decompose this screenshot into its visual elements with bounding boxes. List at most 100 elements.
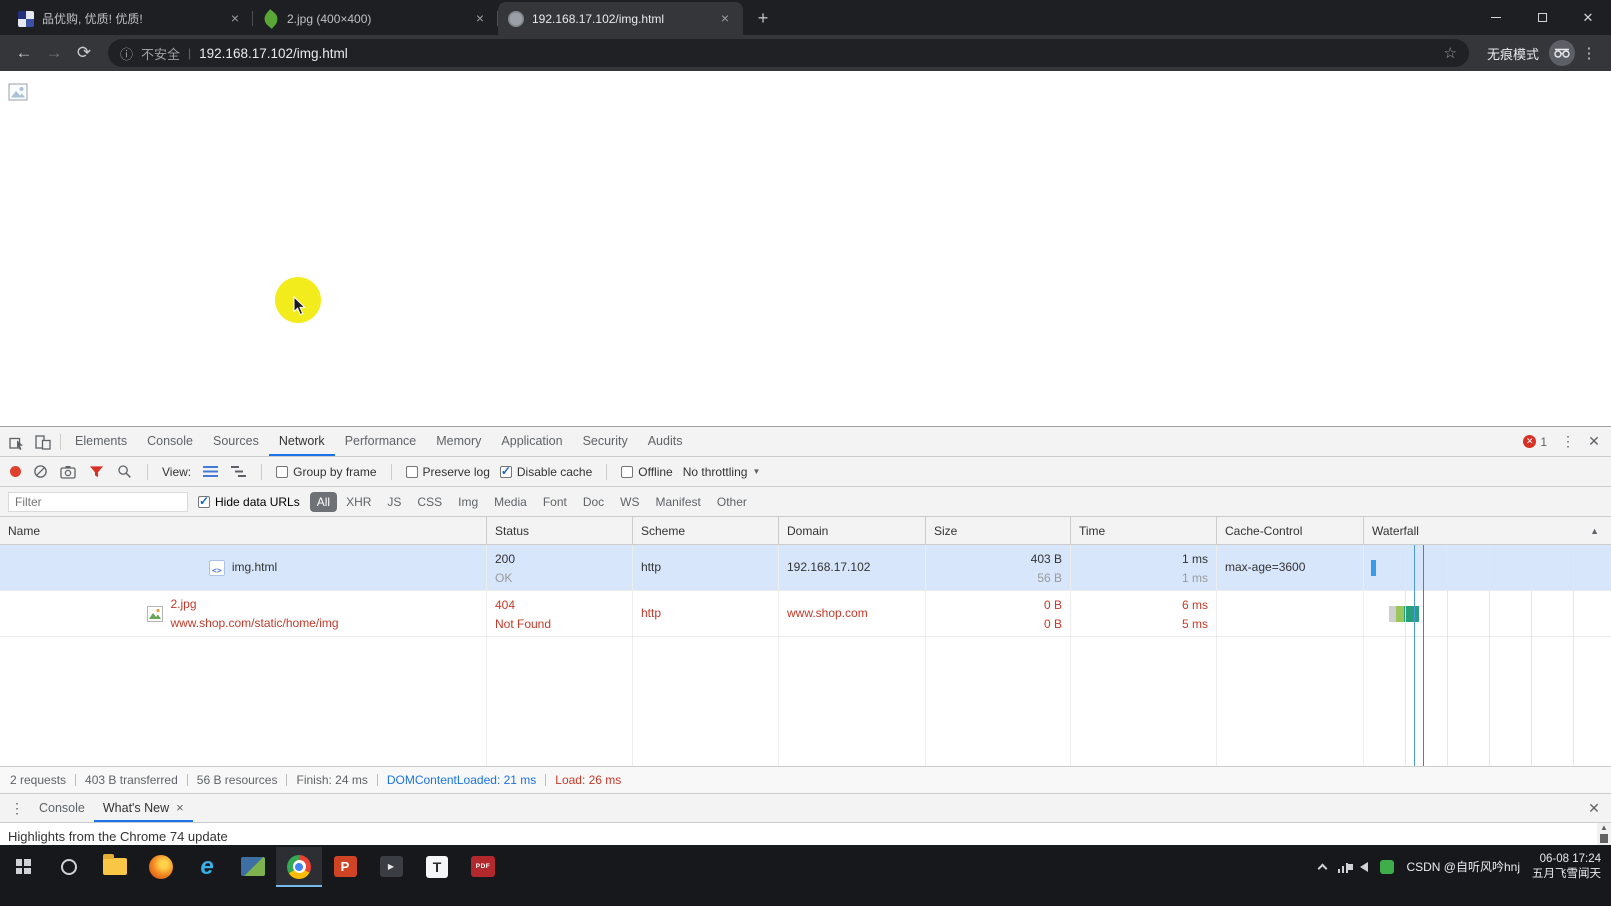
group-by-frame-checkbox[interactable]: Group by frame <box>276 465 376 479</box>
pill-js[interactable]: JS <box>380 492 408 512</box>
pdf-app-button[interactable]: PDF <box>460 847 506 887</box>
chrome-button[interactable] <box>276 847 322 887</box>
browser-tab-image[interactable]: 2.jpg (400×400) × <box>253 2 498 35</box>
checkbox[interactable] <box>276 466 288 478</box>
media-player-icon: ▶ <box>380 856 403 877</box>
search-icon[interactable] <box>115 463 133 481</box>
drawer-tab-close-icon[interactable]: × <box>176 794 184 822</box>
tab-close-icon[interactable]: × <box>717 11 733 27</box>
pill-font[interactable]: Font <box>536 492 574 512</box>
chrome-icon <box>287 855 311 879</box>
filter-input[interactable] <box>8 492 188 512</box>
tab-elements[interactable]: Elements <box>65 427 137 456</box>
tab-memory[interactable]: Memory <box>426 427 491 456</box>
tab-sources[interactable]: Sources <box>203 427 269 456</box>
new-tab-button[interactable]: + <box>749 4 777 32</box>
pill-css[interactable]: CSS <box>410 492 449 512</box>
pill-ws[interactable]: WS <box>613 492 646 512</box>
pill-img[interactable]: Img <box>451 492 485 512</box>
drawer-tab-console[interactable]: Console <box>30 794 94 822</box>
filter-funnel-icon[interactable] <box>87 463 105 481</box>
inspect-element-icon[interactable] <box>4 429 30 455</box>
network-request-row-imghtml[interactable]: img.html 200 OK http 192.168.17.102 403 … <box>0 545 1611 591</box>
image-viewer-button[interactable] <box>230 847 276 887</box>
refresh-button[interactable]: ⟳ <box>70 39 98 67</box>
offline-checkbox[interactable]: Offline <box>621 465 672 479</box>
column-header-scheme[interactable]: Scheme <box>633 517 779 544</box>
column-header-cache-control[interactable]: Cache-Control <box>1217 517 1364 544</box>
back-button[interactable]: ← <box>10 39 38 67</box>
throttling-select[interactable]: No throttling ▼ <box>683 465 761 479</box>
file-explorer-button[interactable] <box>92 847 138 887</box>
checkbox[interactable] <box>406 466 418 478</box>
window-maximize-button[interactable] <box>1519 0 1565 35</box>
bookmark-star-icon[interactable]: ☆ <box>1444 44 1457 62</box>
tray-green-app-icon[interactable] <box>1380 860 1394 874</box>
overview-toggle-icon[interactable] <box>229 463 247 481</box>
large-rows-toggle-icon[interactable] <box>201 463 219 481</box>
error-count-badge[interactable]: ✕ 1 <box>1523 435 1547 449</box>
network-request-row-2jpg[interactable]: 2.jpg www.shop.com/static/home/img 404 N… <box>0 591 1611 637</box>
tab-application[interactable]: Application <box>491 427 572 456</box>
device-toolbar-icon[interactable] <box>30 429 56 455</box>
browser-menu-icon[interactable]: ⋮ <box>1577 44 1601 62</box>
text-editor-button[interactable]: T <box>414 847 460 887</box>
forward-button[interactable]: → <box>40 39 68 67</box>
scrollbar-thumb[interactable] <box>1600 834 1608 843</box>
firefox-button[interactable] <box>138 847 184 887</box>
request-status-cell: 404 Not Found <box>487 591 633 636</box>
pill-media[interactable]: Media <box>487 492 534 512</box>
window-close-button[interactable]: ✕ <box>1565 0 1611 35</box>
clear-button[interactable] <box>31 463 49 481</box>
column-header-size[interactable]: Size <box>926 517 1071 544</box>
pill-manifest[interactable]: Manifest <box>649 492 708 512</box>
pill-doc[interactable]: Doc <box>576 492 611 512</box>
scroll-up-icon[interactable]: ▲ <box>1600 824 1608 832</box>
window-minimize-button[interactable] <box>1473 0 1519 35</box>
incognito-avatar[interactable] <box>1549 40 1575 66</box>
page-info-icon[interactable]: ⓘ <box>120 44 133 63</box>
taskbar-clock[interactable]: 06-08 17:24 五月飞雪闻天 <box>1532 852 1601 882</box>
drawer-tab-whats-new[interactable]: What's New × <box>94 794 193 822</box>
devtools-menu-icon[interactable]: ⋮ <box>1555 429 1581 455</box>
drawer-scrollbar[interactable]: ▲ <box>1597 823 1611 845</box>
column-header-status[interactable]: Status <box>487 517 633 544</box>
drawer-close-icon[interactable]: ✕ <box>1581 795 1607 821</box>
tab-console[interactable]: Console <box>137 427 203 456</box>
tab-close-icon[interactable]: × <box>227 11 243 27</box>
preserve-log-checkbox[interactable]: Preserve log <box>406 465 490 479</box>
powerpoint-button[interactable]: P <box>322 847 368 887</box>
column-header-time[interactable]: Time <box>1071 517 1217 544</box>
media-player-button[interactable]: ▶ <box>368 847 414 887</box>
column-header-domain[interactable]: Domain <box>779 517 926 544</box>
browser-tab-imghtml[interactable]: 192.168.17.102/img.html × <box>498 2 743 35</box>
checkbox[interactable] <box>621 466 633 478</box>
waterfall-bar-content <box>1404 606 1419 622</box>
tab-security[interactable]: Security <box>573 427 638 456</box>
disable-cache-checkbox[interactable]: Disable cache <box>500 465 592 479</box>
pill-other[interactable]: Other <box>710 492 754 512</box>
drawer-menu-icon[interactable]: ⋮ <box>4 795 30 821</box>
pill-xhr[interactable]: XHR <box>339 492 378 512</box>
address-bar[interactable]: ⓘ 不安全 | 192.168.17.102/img.html ☆ <box>108 39 1469 67</box>
browser-tab-pinyougou[interactable]: 品优购, 优质! 优质! × <box>8 2 253 35</box>
column-header-waterfall[interactable]: Waterfall ▲ <box>1364 517 1611 544</box>
tab-close-icon[interactable]: × <box>472 11 488 27</box>
hide-data-urls-checkbox[interactable]: Hide data URLs <box>198 495 300 509</box>
record-button[interactable] <box>10 466 21 477</box>
tray-chevron-up-icon[interactable] <box>1318 863 1328 873</box>
network-signal-icon[interactable] <box>1338 861 1349 873</box>
tab-audits[interactable]: Audits <box>638 427 693 456</box>
internet-explorer-button[interactable]: e <box>184 847 230 887</box>
cortana-button[interactable] <box>46 847 92 887</box>
devtools-close-icon[interactable]: ✕ <box>1581 429 1607 455</box>
screenshot-capture-icon[interactable] <box>59 463 77 481</box>
tab-performance[interactable]: Performance <box>335 427 427 456</box>
start-button[interactable] <box>0 847 46 887</box>
volume-icon[interactable] <box>1360 862 1368 872</box>
pill-all[interactable]: All <box>310 492 337 512</box>
checkbox[interactable] <box>198 496 210 508</box>
column-header-name[interactable]: Name <box>0 517 487 544</box>
tab-network[interactable]: Network <box>269 427 335 456</box>
checkbox[interactable] <box>500 466 512 478</box>
